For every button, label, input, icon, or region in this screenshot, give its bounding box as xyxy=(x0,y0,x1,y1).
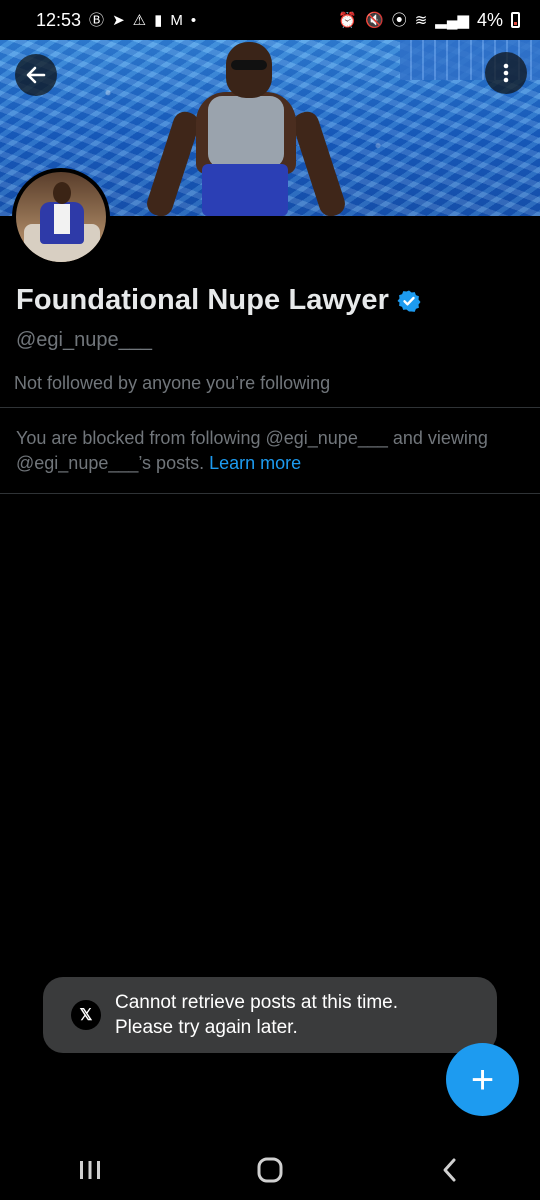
x-logo-icon: 𝕏 xyxy=(71,1000,101,1030)
status-bar-right: ⏰ 🔇 ⦿ ≋ ▂▄▆ 4% xyxy=(338,10,520,31)
divider xyxy=(0,493,540,494)
error-toast: 𝕏 Cannot retrieve posts at this time. Pl… xyxy=(43,977,497,1053)
avatar[interactable] xyxy=(12,168,110,266)
recents-icon xyxy=(80,1161,100,1179)
b-circle-icon: Ⓑ xyxy=(89,11,105,29)
display-name: Foundational Nupe Lawyer xyxy=(16,284,389,316)
divider xyxy=(0,407,540,408)
learn-more-link[interactable]: Learn more xyxy=(209,453,301,473)
chevron-left-icon xyxy=(443,1158,456,1182)
recent-apps-button[interactable] xyxy=(50,1145,130,1195)
profile-name: Foundational Nupe Lawyer xyxy=(16,284,421,317)
arrow-left-icon xyxy=(26,66,46,84)
location-icon: ⦿ xyxy=(391,11,407,29)
gmail-icon: M xyxy=(170,11,183,29)
telegram-icon: ➤ xyxy=(112,11,125,29)
compose-post-button[interactable]: + xyxy=(446,1043,519,1116)
wifi-icon: ≋ xyxy=(414,11,428,29)
battery-alert-icon: ▮ xyxy=(154,11,163,29)
dot-icon: • xyxy=(190,11,197,29)
signal-icon: ▂▄▆ xyxy=(435,11,469,29)
profile-handle: @egi_nupe___ xyxy=(16,329,152,351)
plus-icon: + xyxy=(470,1057,495,1102)
home-button[interactable] xyxy=(230,1145,310,1195)
status-bar: 12:53 Ⓑ ➤ ⚠ ▮ M • ⏰ 🔇 ⦿ ≋ ▂▄▆ 4% xyxy=(0,0,540,40)
mute-icon: 🔇 xyxy=(365,11,384,29)
back-button[interactable] xyxy=(15,54,57,96)
verified-badge-icon[interactable] xyxy=(397,289,421,313)
toast-line-1: Cannot retrieve posts at this time. xyxy=(115,992,399,1013)
toast-message: Cannot retrieve posts at this time. Plea… xyxy=(115,990,398,1040)
status-time: 12:53 xyxy=(36,9,82,30)
battery-icon xyxy=(511,12,520,28)
battery-percent: 4% xyxy=(476,9,503,30)
more-vertical-icon xyxy=(503,63,509,83)
blocked-notice: You are blocked from following @egi_nupe… xyxy=(16,426,516,476)
status-bar-left: 12:53 Ⓑ ➤ ⚠ ▮ M • xyxy=(36,10,196,31)
back-nav-button[interactable] xyxy=(410,1145,490,1195)
warning-icon: ⚠ xyxy=(132,11,147,29)
more-options-button[interactable] xyxy=(485,52,527,94)
toast-line-2: Please try again later. xyxy=(115,1017,298,1038)
followers-you-know-note: Not followed by anyone you’re following xyxy=(14,373,331,393)
alarm-icon: ⏰ xyxy=(338,11,357,29)
home-icon xyxy=(257,1157,283,1183)
system-nav-bar xyxy=(0,1140,540,1200)
